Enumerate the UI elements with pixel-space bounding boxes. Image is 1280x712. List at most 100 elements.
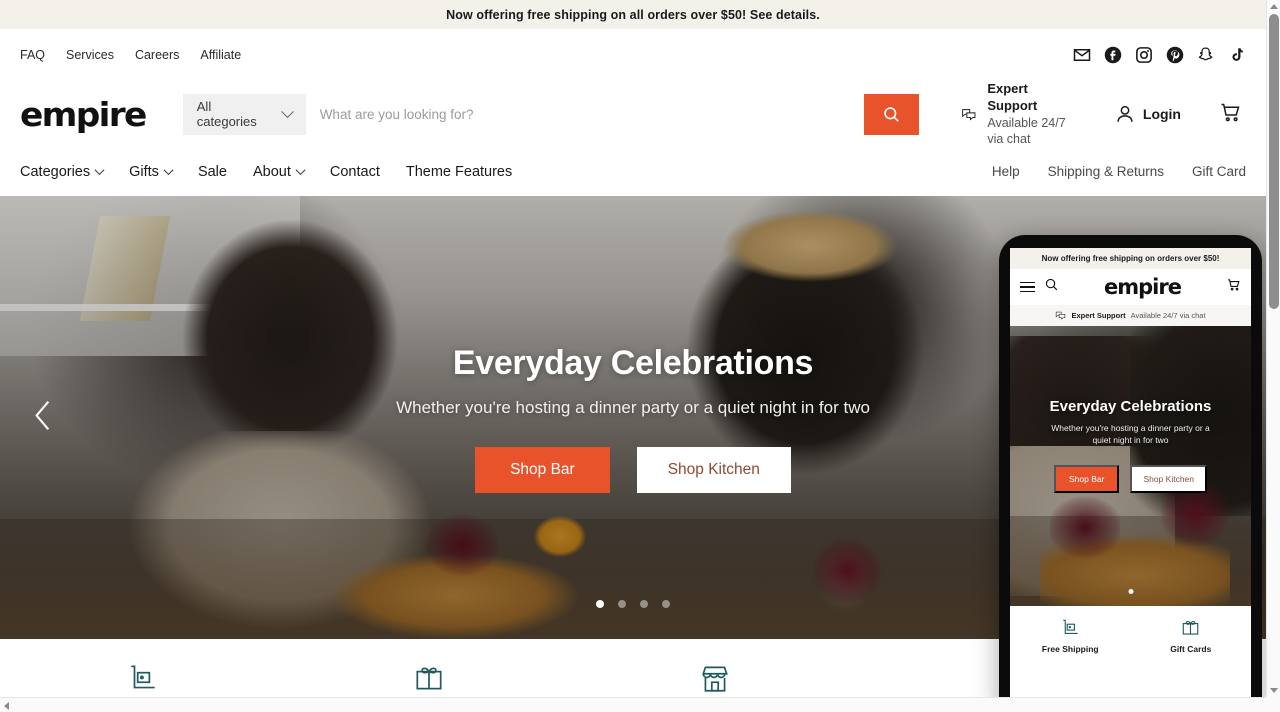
cart-icon — [1221, 103, 1240, 121]
chevron-down-icon — [94, 165, 105, 176]
chat-bubbles-icon — [1056, 311, 1066, 320]
storefront-icon — [702, 666, 728, 692]
chevron-down-icon — [295, 165, 306, 176]
snapchat-icon[interactable] — [1197, 46, 1215, 64]
nav-item-contact[interactable]: Contact — [330, 164, 380, 180]
scrollbar-corner — [1266, 697, 1280, 712]
carousel-prev-button[interactable] — [30, 398, 56, 437]
mobile-header: empire — [1010, 269, 1251, 305]
mobile-hero-content: Everyday Celebrations Whether you're hos… — [1010, 326, 1251, 606]
shop-bar-button[interactable]: Shop Bar — [475, 447, 610, 493]
facebook-icon[interactable] — [1104, 46, 1122, 64]
mobile-feature-label: Gift Cards — [1170, 644, 1212, 654]
pinterest-icon[interactable] — [1166, 46, 1184, 64]
site-header: empire All categories Expert Support Ava… — [0, 81, 1266, 147]
mobile-hero-buttons: Shop Bar Shop Kitchen — [1053, 464, 1208, 493]
nav-item-gifts[interactable]: Gifts — [129, 163, 174, 180]
feature-store[interactable] — [572, 661, 858, 697]
gift-box-icon — [416, 667, 442, 690]
search-button[interactable] — [864, 93, 919, 135]
nav-item-shipping-returns[interactable]: Shipping & Returns — [1048, 164, 1164, 179]
utility-link-services[interactable]: Services — [66, 48, 114, 62]
social-links — [1073, 46, 1246, 64]
mobile-hero-title: Everyday Celebrations — [1049, 398, 1212, 415]
carousel-dot-1[interactable] — [596, 600, 604, 608]
nav-item-categories[interactable]: Categories — [20, 163, 105, 180]
chat-bubbles-icon — [961, 108, 976, 121]
mobile-hero-subtitle: Whether you're hosting a dinner party or… — [1051, 423, 1210, 446]
nav-secondary: Help Shipping & Returns Gift Card — [992, 164, 1246, 179]
scroll-down-arrow-icon[interactable] — [1270, 688, 1278, 693]
hero-buttons: Shop Bar Shop Kitchen — [475, 447, 791, 493]
mobile-carousel-dot[interactable] — [1128, 589, 1133, 594]
tiktok-icon[interactable] — [1228, 46, 1246, 64]
carousel-dot-2[interactable] — [618, 600, 626, 608]
hero-subtitle: Whether you're hosting a dinner party or… — [396, 398, 870, 417]
expert-support[interactable]: Expert Support Available 24/7 via chat — [961, 81, 1072, 146]
mobile-logo[interactable]: empire — [1059, 275, 1226, 299]
mobile-shop-kitchen-button[interactable]: Shop Kitchen — [1130, 464, 1208, 493]
mobile-support-title: Expert Support — [1071, 311, 1126, 320]
nav-label: Contact — [329, 163, 380, 180]
shipping-cart-icon — [1063, 619, 1078, 634]
page-viewport: Now offering free shipping on all orders… — [0, 0, 1266, 697]
nav-item-sale[interactable]: Sale — [198, 164, 227, 180]
shipping-cart-icon — [131, 665, 155, 689]
utility-link-careers[interactable]: Careers — [135, 48, 179, 62]
announcement-bar[interactable]: Now offering free shipping on all orders… — [0, 0, 1266, 29]
mobile-shop-bar-button[interactable]: Shop Bar — [1053, 464, 1120, 493]
mobile-cart-icon[interactable] — [1226, 277, 1241, 297]
mobile-support-bar[interactable]: Expert Support Available 24/7 via chat — [1010, 305, 1251, 326]
nav-item-help[interactable]: Help — [992, 164, 1020, 179]
scroll-left-arrow-icon[interactable] — [4, 702, 9, 710]
mobile-feature-label: Free Shipping — [1041, 644, 1099, 654]
chevron-down-icon — [163, 165, 174, 176]
utility-link-affiliate[interactable]: Affiliate — [200, 48, 241, 62]
hamburger-menu-icon[interactable] — [1020, 281, 1035, 293]
carousel-dot-4[interactable] — [662, 600, 670, 608]
main-navigation: Categories Gifts Sale About Contact Them… — [0, 147, 1266, 196]
email-icon[interactable] — [1073, 46, 1091, 64]
nav-item-about[interactable]: About — [252, 163, 306, 180]
mobile-announcement-bar: Now offering free shipping on orders ove… — [1010, 248, 1251, 269]
mobile-support-subtitle: Available 24/7 via chat — [1130, 311, 1206, 320]
gift-box-icon — [1182, 621, 1199, 635]
nav-label: Gifts — [129, 163, 159, 180]
shop-kitchen-button[interactable]: Shop Kitchen — [636, 447, 791, 493]
login-label: Login — [1142, 106, 1181, 122]
scroll-up-arrow-icon[interactable] — [1270, 4, 1278, 9]
nav-label: About — [252, 163, 291, 180]
horizontal-scrollbar[interactable] — [0, 697, 1266, 712]
mobile-announcement-text: Now offering free shipping on orders ove… — [1041, 254, 1220, 263]
search-bar: All categories — [182, 93, 919, 135]
vertical-scrollbar[interactable] — [1266, 0, 1280, 697]
support-title: Expert Support — [987, 81, 1038, 113]
nav-item-gift-card[interactable]: Gift Card — [1192, 164, 1246, 179]
mobile-hero: Everyday Celebrations Whether you're hos… — [1010, 326, 1251, 606]
utility-link-faq[interactable]: FAQ — [20, 48, 45, 62]
mobile-preview-screen: Now offering free shipping on orders ove… — [1010, 248, 1251, 697]
mobile-search-icon[interactable] — [1044, 277, 1059, 297]
mobile-feature-free-shipping[interactable]: Free Shipping — [1010, 617, 1131, 668]
utility-links: FAQ Services Careers Affiliate — [20, 48, 241, 62]
mobile-feature-highlights: Free Shipping Gift Cards — [1010, 606, 1251, 668]
chevron-down-icon — [280, 104, 294, 118]
cart-button[interactable] — [1218, 100, 1242, 129]
feature-gift-cards[interactable] — [286, 661, 572, 697]
mobile-preview-mockup: Now offering free shipping on orders ove… — [999, 235, 1262, 697]
utility-bar: FAQ Services Careers Affiliate — [0, 29, 1266, 81]
feature-free-shipping[interactable] — [0, 661, 286, 697]
nav-label: Categories — [20, 163, 91, 180]
nav-primary: Categories Gifts Sale About Contact Them… — [20, 164, 512, 180]
vertical-scrollbar-thumb[interactable] — [1269, 14, 1279, 309]
user-icon — [1117, 105, 1133, 122]
carousel-dot-3[interactable] — [640, 600, 648, 608]
site-logo[interactable]: empire — [20, 95, 147, 134]
search-input[interactable] — [305, 93, 865, 135]
category-select-label: All categories — [196, 99, 257, 129]
login-button[interactable]: Login — [1114, 103, 1181, 125]
category-select[interactable]: All categories — [182, 93, 306, 135]
instagram-icon[interactable] — [1135, 46, 1153, 64]
mobile-feature-gift-cards[interactable]: Gift Cards — [1131, 617, 1252, 668]
nav-item-theme-features[interactable]: Theme Features — [406, 164, 512, 180]
